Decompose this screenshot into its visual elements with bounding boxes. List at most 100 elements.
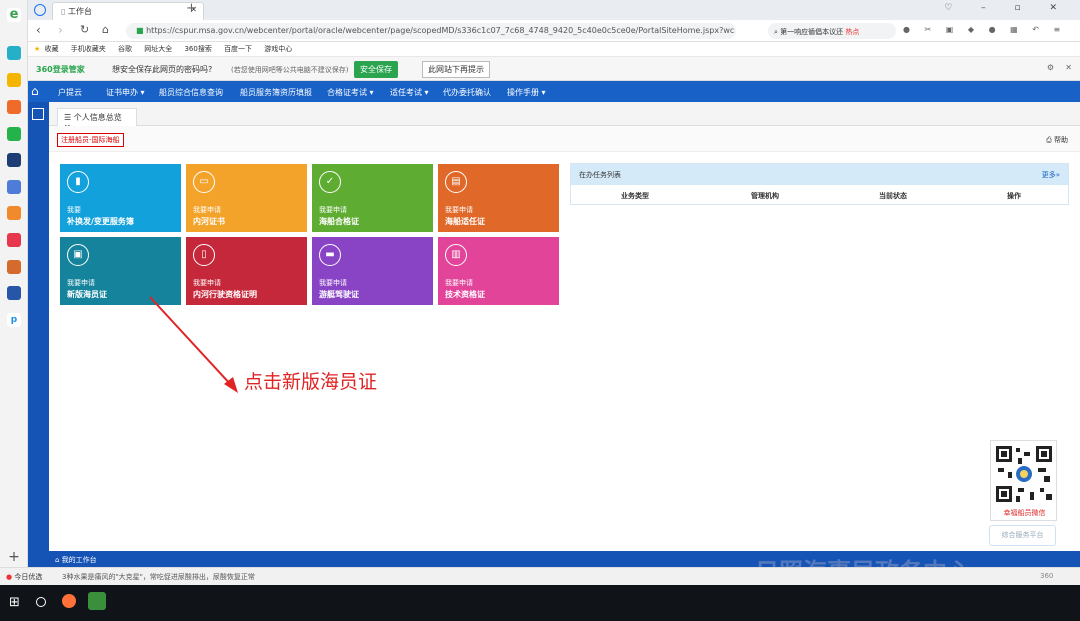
nav-item[interactable]: 户提云 bbox=[58, 87, 82, 98]
star-icon[interactable] bbox=[7, 73, 21, 87]
browser-360-icon[interactable] bbox=[88, 592, 106, 610]
url-field[interactable]: ■ https://cspur.msa.gov.cn/webcenter/por… bbox=[126, 23, 736, 39]
bookmark-star-icon: ★ bbox=[34, 45, 41, 53]
tile-title: 海船适任证 bbox=[445, 217, 485, 226]
page-tab[interactable]: ☰ 个人信息总览 ✕ bbox=[57, 108, 137, 132]
nav-item[interactable]: 代办委托确认 bbox=[443, 87, 491, 98]
password-question: 想安全保存此网页的密码吗? bbox=[112, 65, 213, 74]
column-header: 业务类型 bbox=[621, 192, 649, 200]
video-icon[interactable] bbox=[7, 233, 21, 247]
tile-subtitle: 我要 bbox=[67, 206, 81, 214]
settings-icon[interactable]: ⚙ bbox=[1047, 63, 1054, 72]
today-label: 今日优选 bbox=[14, 573, 43, 581]
new-tab-icon[interactable]: + bbox=[186, 1, 197, 16]
license-icon: ▥ bbox=[445, 244, 467, 266]
pic-icon[interactable] bbox=[7, 286, 21, 300]
lock-icon: ■ bbox=[136, 26, 147, 35]
status-news[interactable]: 3种水果是痛风的"大克星"，常吃促进尿酸排出，尿酸恢复正常 bbox=[62, 572, 255, 582]
p-icon[interactable]: p bbox=[7, 313, 21, 327]
windows-taskbar: ⊞ bbox=[0, 585, 1080, 621]
workbench-label: 我的工作台 bbox=[61, 556, 97, 564]
bookmark-item[interactable]: 网址大全 bbox=[144, 45, 172, 53]
bookmark-icon: ▮ bbox=[67, 171, 89, 193]
tile-subtitle: 我要申请 bbox=[319, 206, 347, 214]
more-link[interactable]: 更多» bbox=[1042, 170, 1060, 180]
back-icon[interactable]: ‹ bbox=[36, 23, 41, 37]
page-tab-strip: ☰ 个人信息总览 ✕ bbox=[49, 102, 1080, 132]
task-list-header: 在办任务列表 更多» bbox=[571, 164, 1068, 185]
tile-subtitle: 我要申请 bbox=[445, 279, 473, 287]
collapse-icon[interactable] bbox=[32, 108, 44, 120]
tile-title: 补换发/变更服务簿 bbox=[67, 217, 134, 226]
tile-inland-certificate[interactable]: ▭ 我要申请 内河证书 bbox=[186, 164, 307, 232]
tile-subtitle: 我要申请 bbox=[319, 279, 347, 287]
nav-item[interactable]: 船员综合信息查询 bbox=[159, 87, 223, 98]
tile-inland-proof[interactable]: ▯ 我要申请 内河行驶资格证明 bbox=[186, 237, 307, 305]
bookmark-item[interactable]: 游戏中心 bbox=[264, 45, 292, 53]
bookmark-item[interactable]: 收藏 bbox=[45, 45, 59, 53]
search-text: 第一响应循倡本议还 bbox=[780, 28, 844, 36]
tile-title: 新版海员证 bbox=[67, 290, 107, 299]
status-bar: ● 今日优选 3种水果是痛风的"大克星"，常吃促进尿酸排出，尿酸恢复正常 360 bbox=[0, 567, 1080, 585]
tile-ship-qualification[interactable]: ✓ 我要申请 海船合格证 bbox=[312, 164, 433, 232]
workbench-link[interactable]: ⌂ 我的工作台 bbox=[55, 555, 97, 565]
reload-icon[interactable]: ↻ bbox=[80, 23, 89, 36]
toolbar-icons[interactable]: ● ✂ ▣ ◆ ● ▦ ↶ ≡ bbox=[903, 25, 1066, 34]
nav-item[interactable]: 船员服务簿资历填报 bbox=[240, 87, 312, 98]
user-type-label: 注册船员-国际海船 bbox=[57, 133, 124, 147]
document-icon: ▯ bbox=[193, 244, 215, 266]
column-header: 操作 bbox=[1007, 192, 1021, 200]
plugin-icon[interactable] bbox=[7, 46, 21, 60]
card-icon: ▬ bbox=[319, 244, 341, 266]
nav-item[interactable]: 适任考试 ▾ bbox=[390, 87, 429, 98]
browser-logo-icon[interactable]: e bbox=[7, 8, 21, 22]
tile-ship-competency[interactable]: ▤ 我要申请 海船适任证 bbox=[438, 164, 559, 232]
status-today[interactable]: ● 今日优选 bbox=[6, 572, 42, 582]
search-field[interactable]: ⌕ 第一响应循倡本议还 热点 bbox=[768, 23, 896, 39]
never-prompt-button[interactable]: 此网站下再提示 bbox=[422, 61, 490, 78]
sub-bar: 注册船员-国际海船 ⎙ 帮助 bbox=[49, 126, 1080, 152]
home-nav-icon[interactable]: ⌂ bbox=[31, 84, 39, 98]
checklist-icon: ✓ bbox=[319, 171, 341, 193]
weibo-icon[interactable] bbox=[7, 100, 21, 114]
browser-sidebar: e p + bbox=[0, 0, 28, 585]
home-small-icon: ⌂ bbox=[55, 556, 60, 564]
tab-title: 工作台 bbox=[67, 7, 92, 16]
browser-tab[interactable]: ▯ 工作台 ✕ bbox=[52, 2, 204, 20]
calendar-icon[interactable] bbox=[7, 180, 21, 194]
tile-technical-qualification[interactable]: ▥ 我要申请 技术资格证 bbox=[438, 237, 559, 305]
qr-code[interactable]: 幸福船员微信 bbox=[990, 440, 1057, 521]
nav-item[interactable]: 操作手册 ▾ bbox=[507, 87, 546, 98]
status-right: 360 bbox=[1040, 572, 1054, 580]
bookmark-item[interactable]: 手机收藏夹 bbox=[71, 45, 106, 53]
search-circle-icon[interactable] bbox=[36, 597, 46, 607]
tile-title: 内河行驶资格证明 bbox=[193, 290, 257, 299]
password-save-bar: 360登录管家 想安全保存此网页的密码吗? (若您使用网吧等公共电脑不建议保存)… bbox=[28, 57, 1080, 81]
nav-item[interactable]: 合格证考试 ▾ bbox=[327, 87, 374, 98]
save-password-button[interactable]: 安全保存 bbox=[354, 61, 398, 78]
news-icon[interactable] bbox=[7, 153, 21, 167]
bookmark-item[interactable]: 谷歌 bbox=[118, 45, 132, 53]
tile-title: 游艇驾驶证 bbox=[319, 290, 359, 299]
window-controls[interactable]: ♡ – ▫ ✕ bbox=[944, 3, 1070, 13]
close-bar-icon[interactable]: ✕ bbox=[1065, 63, 1072, 72]
nav-item[interactable]: 证书申办 ▾ bbox=[106, 87, 145, 98]
search-hot: 热点 bbox=[845, 28, 860, 36]
bookmark-item[interactable]: 360搜索 bbox=[184, 45, 211, 53]
forward-icon[interactable]: › bbox=[58, 23, 63, 37]
home-icon[interactable]: ⌂ bbox=[102, 23, 109, 36]
add-icon[interactable]: + bbox=[7, 550, 21, 564]
tile-service-book[interactable]: ▮ 我要 补换发/变更服务簿 bbox=[60, 164, 181, 232]
refresh-circle-icon[interactable] bbox=[34, 4, 46, 16]
book-icon[interactable] bbox=[7, 260, 21, 274]
tile-yacht-license[interactable]: ▬ 我要申请 游艇驾驶证 bbox=[312, 237, 433, 305]
bookmark-item[interactable]: 百度一下 bbox=[224, 45, 252, 53]
service-platform-button[interactable]: 综合服务平台 bbox=[989, 525, 1056, 546]
tile-new-seaman-card[interactable]: ▣ 我要申请 新版海员证 bbox=[60, 237, 181, 305]
tile-subtitle: 我要申请 bbox=[193, 206, 221, 214]
help-link[interactable]: ⎙ 帮助 bbox=[1046, 135, 1068, 145]
game-icon[interactable] bbox=[7, 206, 21, 220]
windows-start-icon[interactable]: ⊞ bbox=[9, 595, 20, 610]
folder-icon[interactable] bbox=[7, 127, 21, 141]
firefox-icon[interactable] bbox=[62, 594, 76, 608]
